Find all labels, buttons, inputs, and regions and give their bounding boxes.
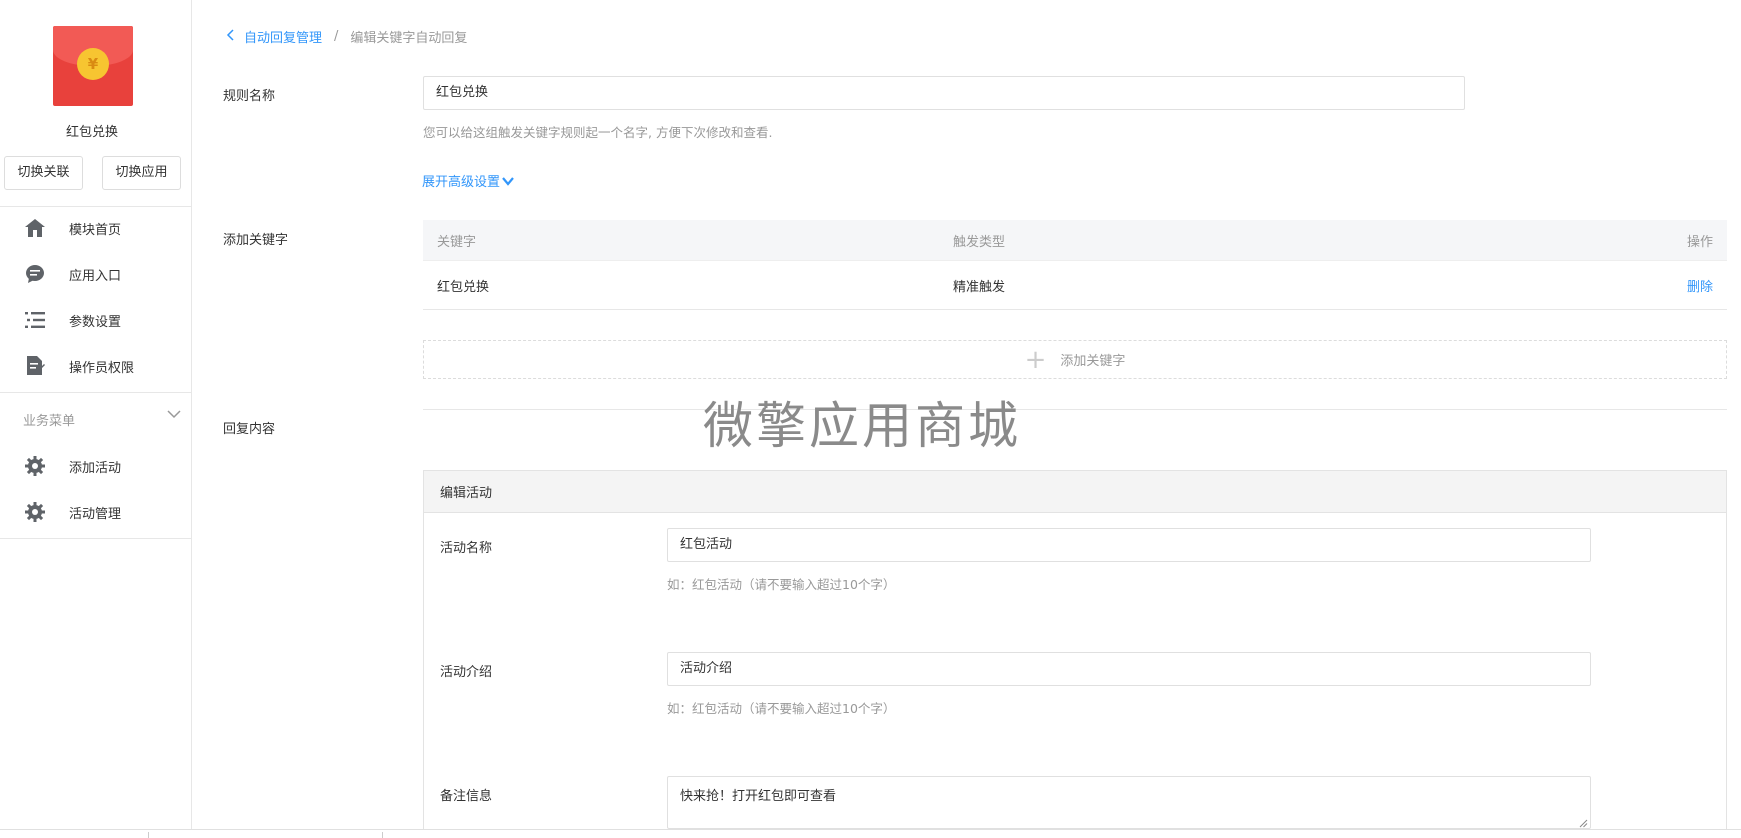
rule-name-help: 您可以给这组触发关键字规则起一个名字, 方便下次修改和查看. (423, 125, 773, 140)
sidebar-item-operator-permissions[interactable]: 操作员权限 (0, 346, 192, 386)
sidebar: ¥ 红包兑换 切换关联 切换应用 模块首页 应用入口 参数设置 操作员权限 业务… (0, 0, 192, 838)
sidebar-item-app-entry[interactable]: 应用入口 (0, 254, 192, 294)
sidebar-item-label: 活动管理 (69, 506, 122, 522)
trigger-type-cell: 精准触发 (953, 279, 1006, 295)
table-row: 红包兑换 精准触发 删除 (423, 261, 1727, 310)
panel-title: 编辑活动 (424, 471, 1726, 513)
reply-content-label: 回复内容 (223, 422, 276, 437)
activity-name-help: 如：红包活动（请不要输入超过10个字） (667, 577, 896, 592)
home-icon (24, 217, 46, 239)
sidebar-divider (0, 392, 192, 393)
sidebar-item-label: 添加活动 (69, 460, 122, 476)
breadcrumb-parent-link[interactable]: 自动回复管理 (244, 27, 322, 46)
gear-icon (24, 455, 46, 477)
delete-keyword-link[interactable]: 删除 (1687, 261, 1713, 309)
activity-name-input[interactable]: 红包活动 (667, 528, 1591, 562)
remark-textarea[interactable]: 快来抢！打开红包即可查看 (667, 776, 1591, 829)
plus-icon: + (1024, 344, 1047, 375)
breadcrumb-current: 编辑关键字自动回复 (350, 31, 468, 46)
add-keyword-button-label: 添加关键字 (1060, 354, 1126, 369)
list-icon (24, 309, 46, 331)
sidebar-item-label: 应用入口 (69, 268, 122, 284)
edit-activity-panel: 编辑活动 活动名称 红包活动 如：红包活动（请不要输入超过10个字） 活动介绍 … (423, 470, 1727, 838)
keyword-table-header: 关键字 触发类型 操作 (423, 220, 1727, 261)
remark-text: 快来抢！打开红包即可查看 (680, 789, 837, 804)
sidebar-item-add-activity[interactable]: 添加活动 (0, 446, 192, 486)
sidebar-item-module-home[interactable]: 模块首页 (0, 208, 192, 248)
chevron-down-icon[interactable] (166, 406, 182, 422)
sidebar-divider (0, 206, 192, 207)
chat-bubble-icon (24, 263, 46, 285)
yuan-coin-icon: ¥ (77, 48, 109, 80)
breadcrumb-separator: / (334, 29, 339, 44)
expand-advanced-label: 展开高级设置 (422, 175, 501, 190)
activity-intro-input[interactable]: 活动介绍 (667, 652, 1591, 686)
sidebar-item-label: 模块首页 (69, 222, 122, 238)
document-edit-icon (24, 355, 46, 377)
add-keyword-button[interactable]: + 添加关键字 (423, 340, 1727, 379)
keyword-cell: 红包兑换 (437, 279, 490, 295)
rule-name-label: 规则名称 (223, 89, 276, 104)
activity-name-label: 活动名称 (440, 541, 493, 556)
resize-handle-icon[interactable] (1579, 817, 1588, 828)
gear-icon (24, 501, 46, 523)
chevron-down-icon (502, 175, 514, 187)
keyword-table: 关键字 触发类型 操作 红包兑换 精准触发 删除 (423, 220, 1727, 310)
switch-link-button[interactable]: 切换关联 (4, 156, 83, 190)
activity-intro-help: 如：红包活动（请不要输入超过10个字） (667, 701, 896, 716)
expand-advanced-link[interactable]: 展开高级设置 (422, 171, 514, 190)
rule-name-input[interactable]: 红包兑换 (423, 76, 1465, 110)
divider (148, 832, 149, 838)
breadcrumb: 自动回复管理 / 编辑关键字自动回复 (226, 27, 467, 46)
remark-label: 备注信息 (440, 789, 493, 804)
chevron-left-icon[interactable] (226, 28, 236, 45)
section-divider (423, 409, 1727, 410)
divider (382, 832, 383, 838)
add-keyword-label: 添加关键字 (223, 233, 289, 248)
header-action: 操作 (1686, 234, 1713, 250)
app-logo: ¥ (53, 26, 133, 106)
sidebar-divider (0, 538, 192, 539)
business-menu-title: 业务菜单 (23, 414, 76, 429)
activity-intro-label: 活动介绍 (440, 665, 493, 680)
header-keyword: 关键字 (437, 234, 477, 250)
switch-app-button[interactable]: 切换应用 (102, 156, 181, 190)
watermark: 微擎应用商城 (703, 397, 1021, 455)
header-trigger-type: 触发类型 (953, 234, 1006, 250)
bottom-scrollbar (0, 829, 1741, 838)
sidebar-item-label: 操作员权限 (69, 360, 135, 376)
sidebar-item-activity-management[interactable]: 活动管理 (0, 492, 192, 532)
sidebar-item-params[interactable]: 参数设置 (0, 300, 192, 340)
app-name: 红包兑换 (65, 125, 118, 140)
sidebar-item-label: 参数设置 (69, 314, 122, 330)
